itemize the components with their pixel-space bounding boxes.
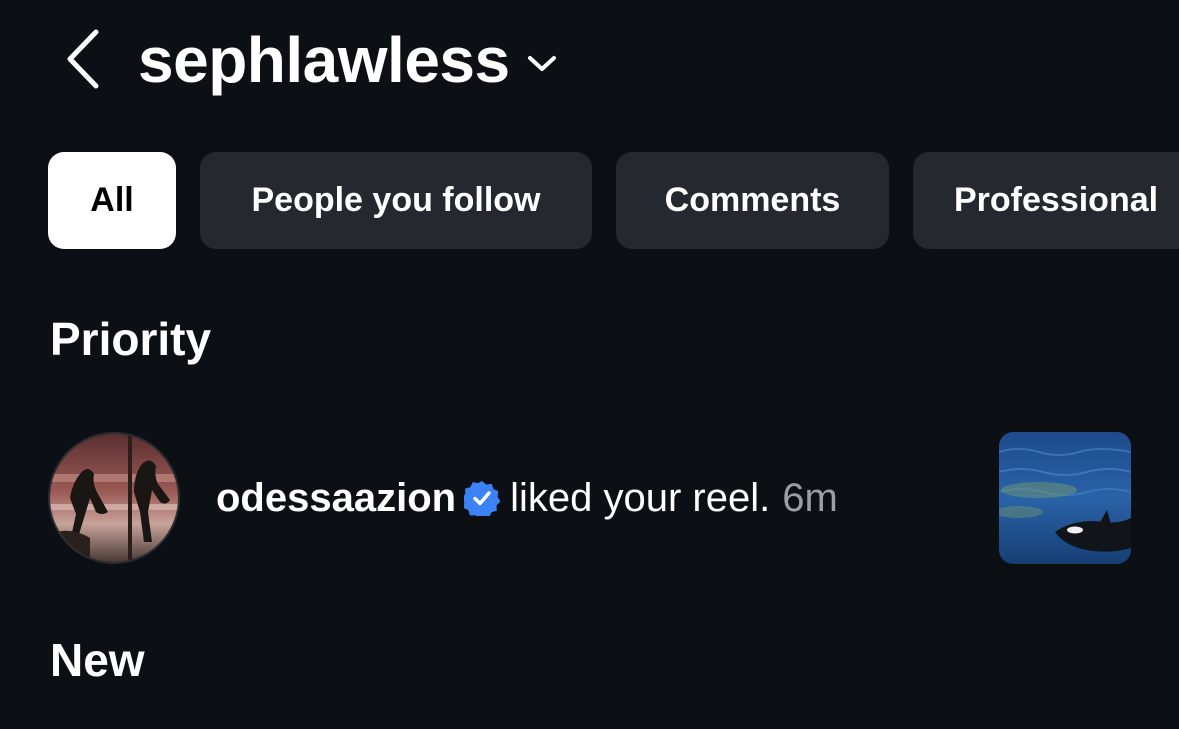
notification-item[interactable]: odessaazion liked your reel. 6m [48,432,1132,564]
chevron-down-icon [527,56,556,71]
avatar[interactable] [48,432,180,564]
reel-thumbnail[interactable] [999,432,1131,564]
filter-tabs: All People you follow Comments Professio… [48,152,1179,249]
notification-time: 6m [782,476,838,520]
tab-people-you-follow[interactable]: People you follow [200,152,592,249]
tab-comments[interactable]: Comments [616,152,889,249]
tab-all[interactable]: All [48,152,176,249]
avatar-image [50,434,178,562]
account-switcher[interactable]: sephlawless [138,22,560,98]
verified-badge-icon [464,481,501,516]
page-title: sephlawless [138,24,510,96]
notification-username[interactable]: odessaazion [216,472,456,524]
section-heading-new: New [50,634,145,686]
notification-action: liked your reel. [510,476,771,520]
section-heading-priority: Priority [50,313,212,365]
tab-professional[interactable]: Professional [913,152,1179,249]
back-icon[interactable] [62,28,106,90]
header: sephlawless [0,0,1179,120]
notification-text: odessaazion liked your reel. 6m [216,472,838,524]
reel-thumbnail-image [999,432,1131,564]
